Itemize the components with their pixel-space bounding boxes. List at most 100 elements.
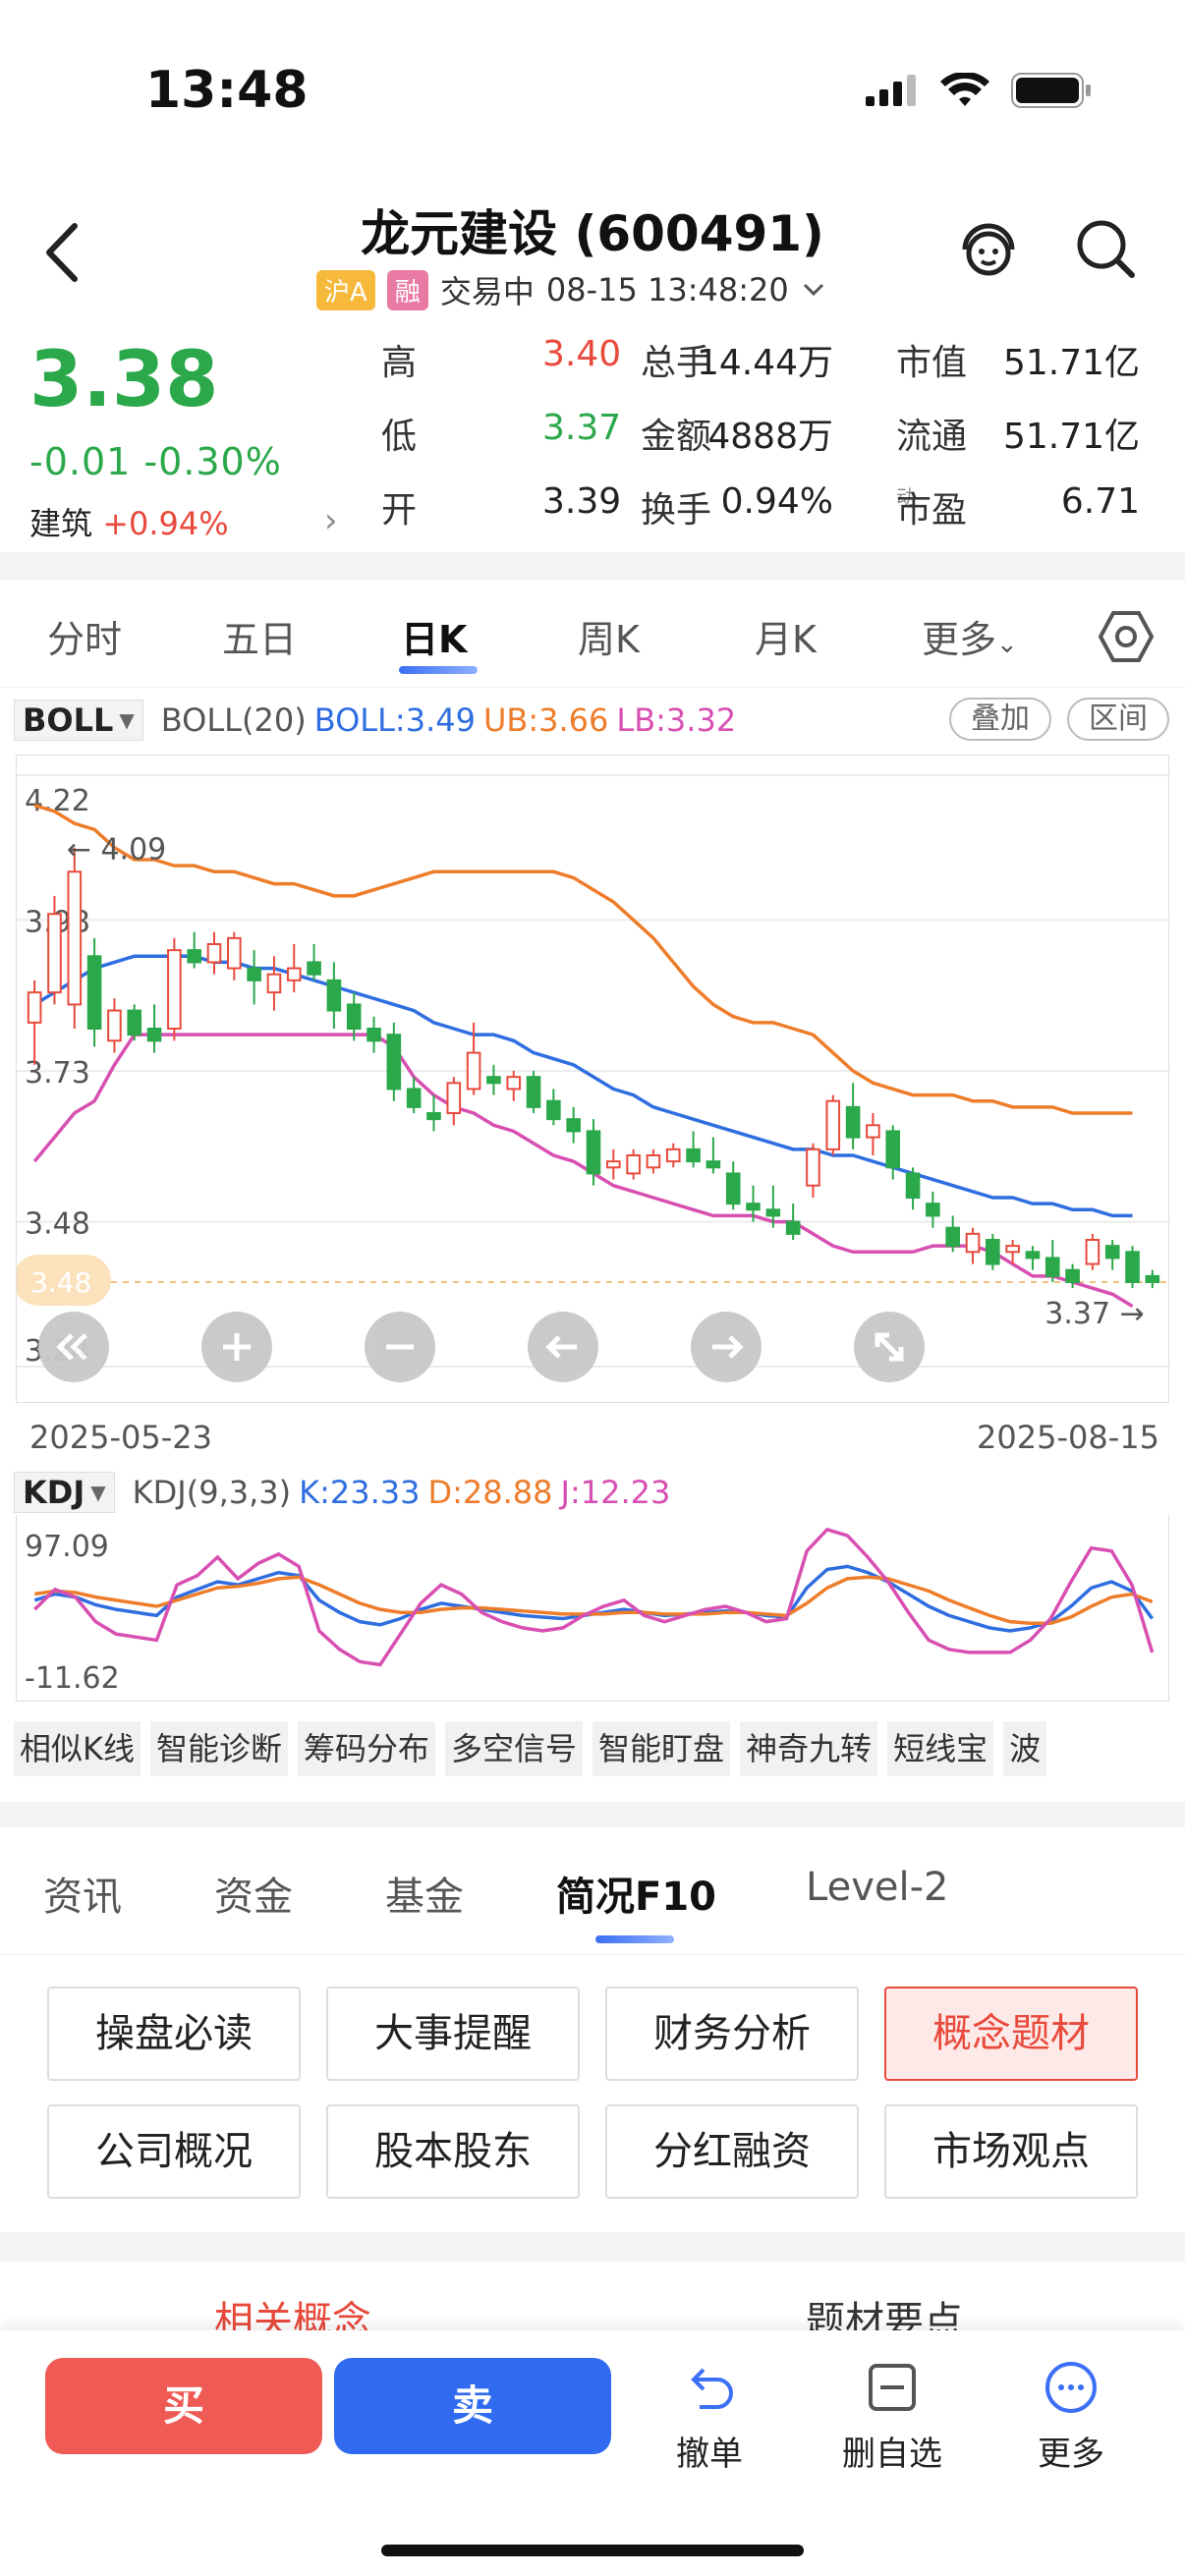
candle-body (187, 949, 201, 964)
arrow-right-icon[interactable] (691, 1312, 762, 1382)
kline-chart-canvas: 4.223.983.733.483.243.48← 4.093.37 → (17, 774, 1170, 1369)
label-pe: 市盈动 (896, 485, 968, 531)
buy-button[interactable]: 买 (45, 2358, 322, 2454)
value-pe: 6.71 (1060, 481, 1140, 522)
f10-trading-guide[interactable]: 操盘必读 (47, 1987, 301, 2081)
tab-level2[interactable]: Level-2 (806, 1865, 948, 1910)
sell-button[interactable]: 卖 (334, 2358, 611, 2454)
chart-period-tabs: 分时 五日 日K 周K 月K 更多⌄ (0, 580, 1185, 688)
tool-smart-watch[interactable]: 智能盯盘 (592, 1721, 731, 1776)
tool-magic-nine[interactable]: 神奇九转 (740, 1721, 878, 1776)
kline-chart[interactable]: 4.223.983.733.483.243.48← 4.093.37 → (16, 755, 1170, 1403)
kdj-params: KDJ(9,3,3) (132, 1474, 292, 1511)
candle-body (765, 1208, 781, 1217)
tab-more[interactable]: 更多⌄ (922, 609, 1018, 663)
chevron-right-icon[interactable]: › (324, 501, 338, 540)
candle-body (905, 1172, 921, 1199)
candle-body (845, 1105, 861, 1139)
candle-body (386, 1034, 402, 1091)
status-time: 13:48 (145, 61, 309, 120)
candle-body (446, 1082, 462, 1114)
tool-long-short-signal[interactable]: 多空信号 (445, 1721, 584, 1776)
stock-subline: 沪A 融 交易中 08-15 13:48:20 (316, 267, 826, 312)
tab-funds-flow[interactable]: 资金 (214, 1865, 293, 1922)
x-end-date: 2025-08-15 (977, 1419, 1159, 1456)
candle-body (586, 1130, 601, 1175)
value-market-cap: 51.71亿 (1002, 343, 1140, 383)
candle-body (367, 1028, 381, 1042)
sector-change: +0.94% (102, 505, 229, 542)
tab-weekly-k[interactable]: 周K (578, 609, 640, 663)
search-icon[interactable] (1073, 216, 1138, 281)
candle-body (1125, 1251, 1140, 1283)
kdj-chart[interactable]: 97.09 -11.62 (16, 1515, 1169, 1702)
range-button[interactable]: 区间 (1067, 698, 1169, 741)
fullscreen-icon[interactable] (854, 1312, 925, 1382)
tab-news[interactable]: 资讯 (43, 1865, 122, 1922)
more-button[interactable]: 更多 (1002, 2360, 1140, 2475)
candle-body (266, 973, 282, 994)
kdj-y-min-label: -11.62 (25, 1661, 120, 1696)
tab-intraday[interactable]: 分时 (47, 609, 122, 663)
candle-body (67, 870, 83, 1006)
tab-monthly-k[interactable]: 月K (755, 609, 817, 663)
value-high: 3.40 (542, 334, 622, 374)
quote-panel: 3.38 -0.01 -0.30% 建筑 +0.94% › 高 3.40 总手 … (0, 324, 1185, 550)
candle-body (47, 913, 62, 994)
divider (0, 1802, 1185, 1827)
tool-smart-diagnosis[interactable]: 智能诊断 (150, 1721, 289, 1776)
high-annotation: ← 4.09 (67, 833, 166, 868)
tab-five-day[interactable]: 五日 (222, 609, 297, 663)
overlay-button[interactable]: 叠加 (949, 698, 1051, 741)
indicator-selector[interactable]: BOLL ▼ (14, 700, 143, 741)
value-low: 3.37 (542, 408, 622, 448)
f10-concepts[interactable]: 概念题材 (884, 1987, 1138, 2081)
candle-body (506, 1076, 522, 1091)
chart-settings-icon[interactable] (1099, 609, 1154, 664)
tool-wave[interactable]: 波 (1003, 1721, 1047, 1776)
f10-market-views[interactable]: 市场观点 (884, 2104, 1138, 2199)
candle-body (27, 991, 42, 1024)
double-left-icon[interactable] (38, 1312, 109, 1382)
f10-shareholders[interactable]: 股本股东 (326, 2104, 580, 2199)
zoom-in-icon[interactable] (201, 1312, 272, 1382)
candle-body (725, 1172, 741, 1205)
kdj-indicator-selector[interactable]: KDJ ▼ (14, 1472, 115, 1513)
candle-body (346, 1003, 362, 1031)
active-tab-indicator (595, 1935, 674, 1943)
candle-body (885, 1130, 901, 1169)
candle-body (986, 1239, 1000, 1265)
trade-status: 交易中 (439, 273, 535, 310)
zoom-out-icon[interactable] (365, 1312, 435, 1382)
f10-financials[interactable]: 财务分析 (605, 1987, 859, 2081)
f10-company-profile[interactable]: 公司概况 (47, 2104, 301, 2199)
f10-events[interactable]: 大事提醒 (326, 1987, 580, 2081)
active-tab-indicator (399, 666, 478, 674)
tool-similar-k[interactable]: 相似K线 (14, 1721, 141, 1776)
candle-body (247, 967, 261, 981)
candle-body (1104, 1245, 1120, 1260)
tool-short-term[interactable]: 短线宝 (887, 1721, 994, 1776)
tab-fund[interactable]: 基金 (385, 1865, 464, 1922)
candle-body (646, 1154, 661, 1169)
sector-name: 建筑 (29, 505, 93, 542)
value-amount: 4888万 (707, 417, 833, 457)
tool-chip-distribution[interactable]: 筹码分布 (298, 1721, 436, 1776)
kdj-j: J:12.23 (560, 1474, 671, 1511)
candle-body (406, 1088, 422, 1108)
sector-info[interactable]: 建筑 +0.94% (29, 499, 229, 544)
tab-f10[interactable]: 简况F10 (556, 1865, 716, 1922)
f10-dividends[interactable]: 分红融资 (605, 2104, 859, 2199)
boll-ub: UB:3.66 (482, 701, 609, 739)
chevron-down-icon[interactable] (801, 280, 826, 300)
customer-service-icon[interactable] (955, 216, 1022, 283)
arrow-left-icon[interactable] (528, 1312, 598, 1382)
candle-body (965, 1232, 981, 1254)
cancel-order-button[interactable]: 撤单 (641, 2360, 778, 2475)
value-turnover: 0.94% (720, 481, 833, 522)
quote-row-low: 低 3.37 金额 4888万 流通 51.71亿 (381, 408, 1167, 467)
candle-body (86, 955, 102, 1031)
undo-icon (691, 2368, 733, 2409)
tab-daily-k[interactable]: 日K (401, 609, 467, 663)
remove-watchlist-button[interactable]: 删自选 (823, 2360, 961, 2475)
